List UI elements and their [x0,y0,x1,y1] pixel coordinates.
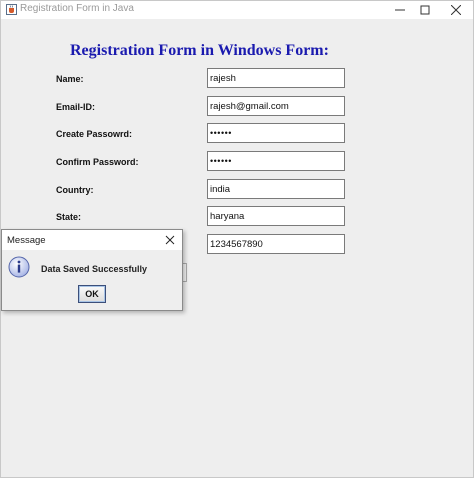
phone-input[interactable]: 1234567890 [207,234,345,254]
dialog-message: Data Saved Successfully [41,264,148,274]
close-button[interactable] [442,1,472,19]
create-password-label: Create Passowrd: [56,129,133,139]
country-label: Country: [56,185,94,195]
email-label: Email-ID: [56,102,96,112]
state-input[interactable]: haryana [207,206,345,226]
confirm-password-label: Confirm Password: [56,157,139,167]
ok-button[interactable]: OK [78,285,106,303]
message-dialog: Message Data Saved Successfully OK [1,229,183,311]
maximize-button[interactable] [411,1,441,19]
java-cup-icon [6,4,17,15]
form-heading: Registration Form in Windows Form: [70,42,329,59]
email-input[interactable]: rajesh@gmail.com [207,96,345,116]
state-label: State: [56,212,82,222]
main-window: Registration Form in Java Registration F… [0,0,474,478]
create-password-input[interactable]: •••••• [207,123,345,143]
name-input[interactable]: rajesh [207,68,345,88]
window-titlebar[interactable]: Registration Form in Java [1,1,473,19]
window-title: Registration Form in Java [20,3,134,14]
minimize-icon [395,9,405,11]
dialog-title: Message [7,235,46,246]
confirm-password-input[interactable]: •••••• [207,151,345,171]
name-label: Name: [56,74,84,84]
country-input[interactable]: india [207,179,345,199]
info-icon [8,256,30,278]
dialog-close-icon[interactable] [162,233,178,247]
close-icon [451,5,461,15]
dialog-titlebar[interactable]: Message [2,230,182,250]
maximize-icon [420,5,430,15]
